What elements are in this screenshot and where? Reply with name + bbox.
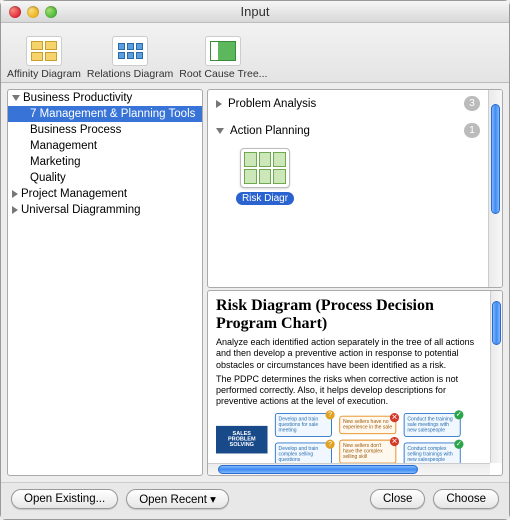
scrollbar-thumb[interactable] bbox=[218, 465, 418, 474]
footer: Open Existing... Open Recent ▾ Close Cho… bbox=[1, 482, 509, 519]
template-list-pane: Problem Analysis 3 Action Planning 1 Ris… bbox=[207, 89, 503, 288]
sidebar-node-7-management-tools[interactable]: 7 Management & Planning Tools bbox=[8, 106, 202, 122]
diagram-box: ✓Conduct complex selling trainings with … bbox=[404, 442, 461, 463]
toolbar-item-label: Affinity Diagram bbox=[7, 68, 81, 80]
template-risk-diagram[interactable]: Risk Diagr bbox=[234, 148, 296, 229]
sidebar-node-label: Universal Diagramming bbox=[21, 204, 141, 216]
open-existing-button[interactable]: Open Existing... bbox=[11, 489, 118, 509]
choose-button[interactable]: Choose bbox=[433, 489, 499, 509]
diagram-box: ✕New sellers don't have the complex sell… bbox=[339, 439, 396, 463]
sidebar-node-project-management[interactable]: Project Management bbox=[8, 186, 202, 202]
description-paragraph: The PDPC determines the risks when corre… bbox=[216, 374, 482, 408]
template-label: Risk Diagr bbox=[236, 192, 294, 205]
sidebar-node-label: Business Process bbox=[30, 124, 121, 136]
toolbar-item-label: Root Cause Tree... bbox=[179, 68, 267, 80]
sidebar-node-universal-diagramming[interactable]: Universal Diagramming bbox=[8, 202, 202, 218]
description-paragraph: Analyze each identified action separatel… bbox=[216, 337, 482, 371]
window-title: Input bbox=[241, 4, 270, 19]
section-count-badge: 3 bbox=[464, 96, 480, 111]
main-pane: Problem Analysis 3 Action Planning 1 Ris… bbox=[207, 89, 503, 476]
toolbar-relations-diagram[interactable]: Relations Diagram bbox=[87, 36, 173, 80]
minimize-window-icon[interactable] bbox=[27, 6, 39, 18]
sidebar-node-management[interactable]: Management bbox=[8, 138, 202, 154]
sidebar-node-label: Marketing bbox=[30, 156, 81, 168]
disclosure-right-icon bbox=[12, 206, 18, 214]
vertical-scrollbar[interactable] bbox=[490, 291, 502, 463]
zoom-window-icon[interactable] bbox=[45, 6, 57, 18]
diagram-root-box: SALES PROBLEM SOLVING bbox=[216, 426, 268, 454]
sidebar-node-business-process[interactable]: Business Process bbox=[8, 122, 202, 138]
section-label: Action Planning bbox=[230, 125, 310, 137]
diagram-box: ?Develop and train complex selling quest… bbox=[275, 442, 332, 463]
disclosure-down-icon bbox=[216, 128, 224, 134]
sidebar-node-label: Business Productivity bbox=[23, 92, 132, 104]
category-sidebar[interactable]: Business Productivity 7 Management & Pla… bbox=[7, 89, 203, 476]
diagram-box: ✓Conduct the training sale meetings with… bbox=[404, 413, 461, 437]
close-window-icon[interactable] bbox=[9, 6, 21, 18]
open-recent-button[interactable]: Open Recent ▾ bbox=[126, 489, 229, 509]
sidebar-node-label: Management bbox=[30, 140, 97, 152]
toolbar-root-cause-tree[interactable]: Root Cause Tree... bbox=[179, 36, 267, 80]
sidebar-node-label: Project Management bbox=[21, 188, 127, 200]
scrollbar-thumb[interactable] bbox=[492, 301, 501, 345]
toolbar-item-label: Relations Diagram bbox=[87, 68, 173, 80]
content-area: Business Productivity 7 Management & Pla… bbox=[1, 83, 509, 482]
section-count-badge: 1 bbox=[464, 123, 480, 138]
diagram-box: ?Develop and train questions for sale me… bbox=[275, 413, 332, 437]
toolbar-affinity-diagram[interactable]: Affinity Diagram bbox=[7, 36, 81, 80]
diagram-box: ✕New sellers have no experience in the s… bbox=[339, 415, 396, 433]
sidebar-node-label: Quality bbox=[30, 172, 66, 184]
toolbar: Affinity Diagram Relations Diagram Root … bbox=[1, 23, 509, 83]
titlebar[interactable]: Input bbox=[1, 1, 509, 23]
section-problem-analysis[interactable]: Problem Analysis 3 bbox=[208, 90, 488, 117]
template-thumb-icon bbox=[240, 148, 290, 188]
description-pane: Risk Diagram (Process Decision Program C… bbox=[207, 290, 503, 476]
sidebar-node-quality[interactable]: Quality bbox=[8, 170, 202, 186]
section-label: Problem Analysis bbox=[228, 98, 316, 110]
description-diagram: SALES PROBLEM SOLVING ?Develop and train… bbox=[216, 413, 461, 463]
horizontal-scrollbar[interactable] bbox=[208, 463, 490, 475]
disclosure-down-icon bbox=[12, 95, 20, 101]
sidebar-node-label: 7 Management & Planning Tools bbox=[30, 108, 195, 120]
section-action-planning[interactable]: Action Planning 1 bbox=[208, 117, 488, 144]
relations-diagram-icon bbox=[112, 36, 148, 66]
root-cause-tree-icon bbox=[205, 36, 241, 66]
description-title: Risk Diagram (Process Decision Program C… bbox=[216, 297, 482, 332]
disclosure-right-icon bbox=[12, 190, 18, 198]
disclosure-right-icon bbox=[216, 100, 222, 108]
close-button[interactable]: Close bbox=[370, 489, 425, 509]
affinity-diagram-icon bbox=[26, 36, 62, 66]
vertical-scrollbar[interactable] bbox=[488, 90, 502, 287]
sidebar-node-business-productivity[interactable]: Business Productivity bbox=[8, 90, 202, 106]
scrollbar-thumb[interactable] bbox=[491, 104, 500, 214]
sidebar-node-marketing[interactable]: Marketing bbox=[8, 154, 202, 170]
